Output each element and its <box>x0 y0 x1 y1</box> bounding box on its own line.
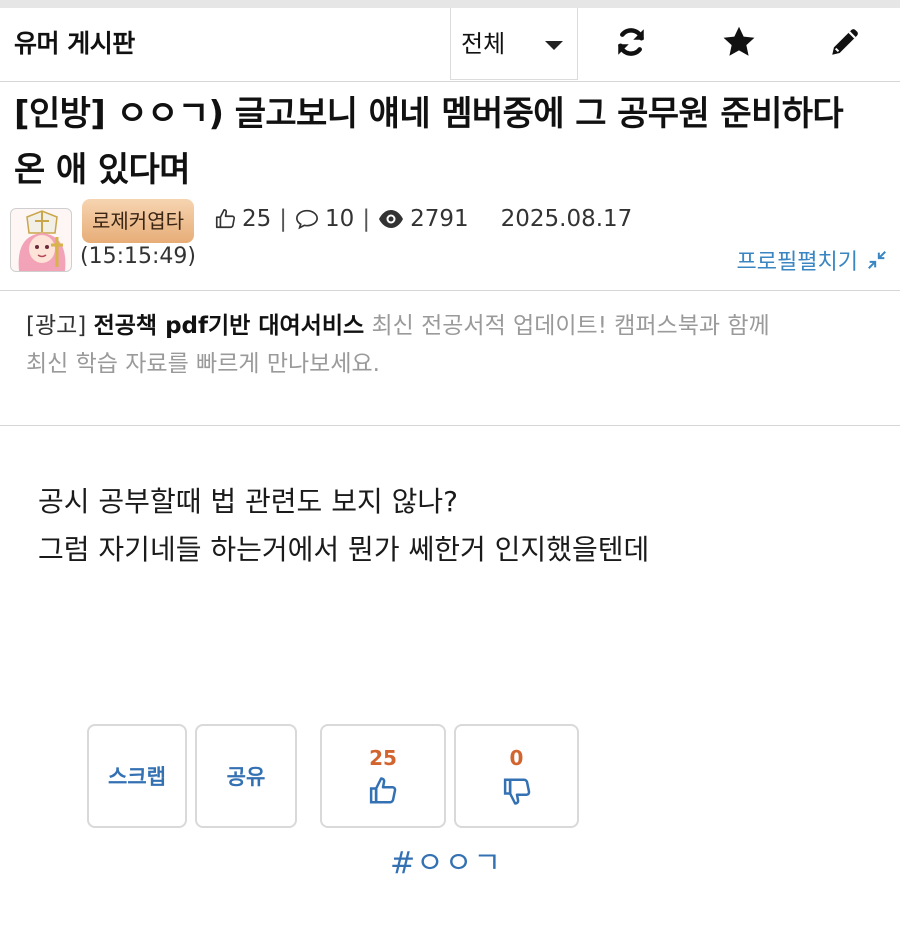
caret-down-icon <box>545 41 563 50</box>
eye-icon <box>379 210 404 228</box>
star-icon <box>723 26 755 56</box>
ad-tag: [광고] <box>26 313 87 339</box>
thumbs-up-outline-icon <box>215 209 235 229</box>
downvote-button[interactable]: 0 <box>454 724 579 828</box>
ad-headline: 전공책 pdf기반 대여서비스 <box>93 313 365 339</box>
refresh-icon <box>618 28 644 56</box>
body-line-2: 그럼 자기네들 하는거에서 뭔가 쎄한거 인지했을텐데 <box>38 533 650 566</box>
author-nickname[interactable]: 로제커엽타 <box>82 199 194 243</box>
divider: | <box>279 206 288 232</box>
hashtag-link[interactable]: #ㅇㅇㄱ <box>390 838 502 882</box>
upvote-count: 25 <box>369 746 397 770</box>
profile-expand-label: 프로필펼치기 <box>736 250 858 275</box>
post-date: 2025.08.17 <box>500 206 633 232</box>
thumbs-down-icon <box>503 778 530 805</box>
write-button[interactable] <box>825 22 865 62</box>
ad-text-2: 최신 학습 자료를 빠르게 만나보세요. <box>26 351 380 377</box>
board-name[interactable]: 유머 게시판 <box>14 24 135 60</box>
comment-icon <box>296 209 319 230</box>
ad-text-1: 최신 전공서적 업데이트! 캠퍼스북과 함께 <box>371 313 770 339</box>
divider: | <box>362 206 371 232</box>
pencil-icon <box>832 29 858 55</box>
refresh-button[interactable] <box>611 22 651 62</box>
category-filter-select[interactable]: 전체 <box>450 8 578 80</box>
share-label: 공유 <box>226 765 266 789</box>
downvote-count: 0 <box>509 746 524 770</box>
like-count: 25 <box>242 206 272 232</box>
top-strip <box>0 0 900 8</box>
post-title: [인방] ㅇㅇㄱ) 글고보니 얘네 멤버중에 그 공무원 준비하다 온 애 있다… <box>14 86 884 198</box>
post-body: 공시 공부할때 법 관련도 보지 않나? 그럼 자기네들 하는거에서 뭔가 쎄한… <box>38 478 649 574</box>
scrap-button[interactable]: 스크랩 <box>87 724 187 828</box>
profile-expand-toggle[interactable]: 프로필펼치기 <box>737 244 888 276</box>
thumbs-up-icon <box>369 777 397 804</box>
filter-selected-value: 전체 <box>461 30 506 58</box>
body-line-1: 공시 공부할때 법 관련도 보지 않나? <box>38 485 459 518</box>
upvote-button[interactable]: 25 <box>320 724 446 828</box>
ad-banner[interactable]: [광고] 전공책 pdf기반 대여서비스 최신 전공서적 업데이트! 캠퍼스북과… <box>0 290 900 426</box>
post-stats: 25 | 10 | 2791 2025.08.17 <box>214 206 632 232</box>
post-time: (15:15:49) <box>80 244 196 269</box>
share-button[interactable]: 공유 <box>195 724 297 828</box>
author-avatar[interactable] <box>10 208 72 272</box>
title-line-2: 온 애 있다며 <box>14 150 190 190</box>
header-bar: 유머 게시판 전체 <box>0 8 900 82</box>
scrap-label: 스크랩 <box>108 765 166 789</box>
comment-count: 10 <box>325 206 355 232</box>
collapse-arrows-icon <box>868 251 886 269</box>
view-count: 2791 <box>410 206 469 232</box>
title-line-1: [인방] ㅇㅇㄱ) 글고보니 얘네 멤버중에 그 공무원 준비하다 <box>14 94 844 134</box>
favorite-button[interactable] <box>719 22 759 62</box>
